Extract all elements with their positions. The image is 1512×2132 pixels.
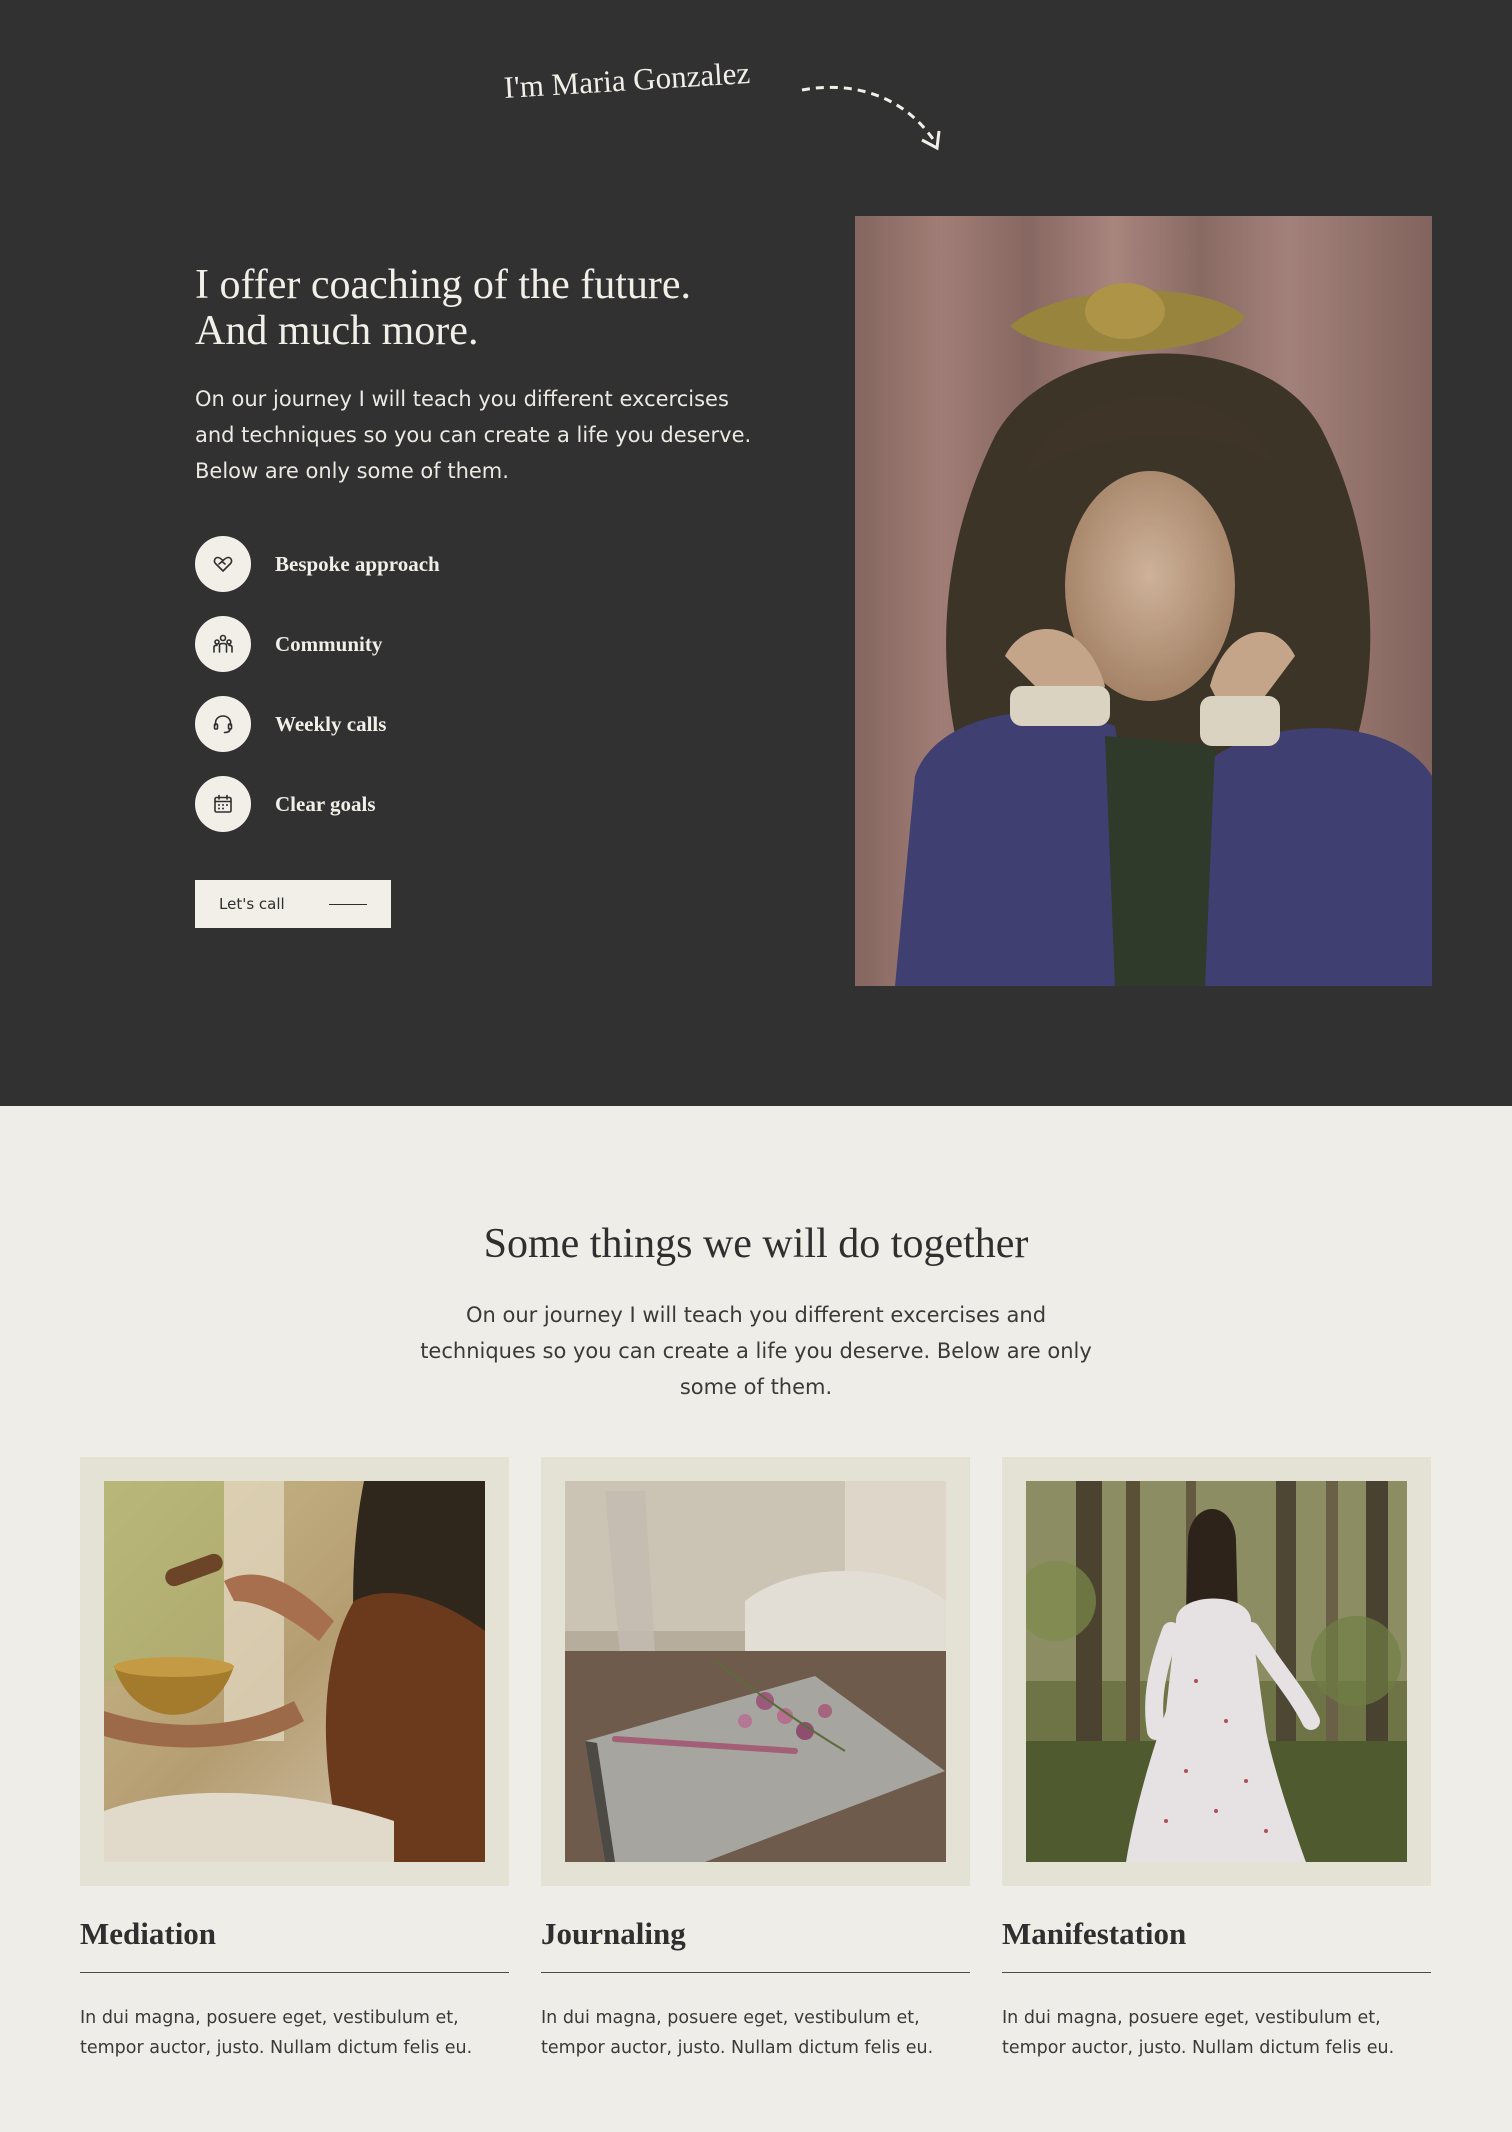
feature-label: Bespoke approach <box>275 551 440 576</box>
feature-item-community: Community <box>195 616 695 672</box>
card-manifestation[interactable]: Manifestation In dui magna, posuere eget… <box>1002 1457 1431 2063</box>
headset-icon <box>195 696 251 752</box>
dashed-arrow-icon <box>801 85 941 151</box>
heart-hands-icon <box>195 536 251 592</box>
feature-label: Community <box>275 631 383 656</box>
card-text: In dui magna, posuere eget, vestibulum e… <box>80 2008 473 2058</box>
card-title: Manifestation <box>1002 1916 1187 1951</box>
portrait-photo <box>855 216 1432 986</box>
lets-call-button[interactable]: Let's call <box>195 880 391 928</box>
hero-title: I offer coaching of the future. And much… <box>195 262 815 354</box>
card-journaling[interactable]: Journaling In dui magna, posuere eget, v… <box>541 1457 970 2063</box>
hero-tagline: I'm Maria Gonzalez <box>502 55 752 106</box>
people-icon <box>195 616 251 672</box>
hero-title-line-2: And much more. <box>195 308 479 354</box>
feature-label: Clear goals <box>275 791 376 816</box>
card-frame <box>80 1457 509 1886</box>
card-text: In dui magna, posuere eget, vestibulum e… <box>1002 2008 1395 2058</box>
feature-item-clear-goals: Clear goals <box>195 776 695 832</box>
forest-photo <box>1026 1481 1407 1862</box>
card-mediation[interactable]: Mediation In dui magna, posuere eget, ve… <box>80 1457 509 2063</box>
section-description: On our journey I will teach you differen… <box>420 1303 1092 1399</box>
card-title: Mediation <box>80 1916 217 1951</box>
feature-label: Weekly calls <box>275 711 387 736</box>
hero-description: On our journey I will teach you differen… <box>195 387 752 483</box>
lets-call-label: Let's call <box>219 895 285 913</box>
feature-item-weekly-calls: Weekly calls <box>195 696 695 752</box>
hero-title-line-1: I offer coaching of the future. <box>195 262 692 308</box>
hero-section: I'm Maria Gonzalez I offer coaching of t… <box>0 0 1512 1106</box>
feature-list: Bespoke approach Community Weekly calls … <box>195 536 695 856</box>
card-divider <box>80 1972 509 1973</box>
card-frame <box>1002 1457 1431 1886</box>
section-title: Some things we will do together <box>483 1221 1029 1267</box>
journal-photo <box>565 1481 946 1862</box>
calendar-icon <box>195 776 251 832</box>
card-text: In dui magna, posuere eget, vestibulum e… <box>541 2008 934 2058</box>
card-title: Journaling <box>541 1916 686 1951</box>
meditation-photo <box>104 1481 485 1862</box>
card-divider <box>1002 1972 1431 1973</box>
card-frame <box>541 1457 970 1886</box>
arrow-line-icon <box>329 904 367 905</box>
feature-item-bespoke-approach: Bespoke approach <box>195 536 695 592</box>
card-divider <box>541 1972 970 1973</box>
